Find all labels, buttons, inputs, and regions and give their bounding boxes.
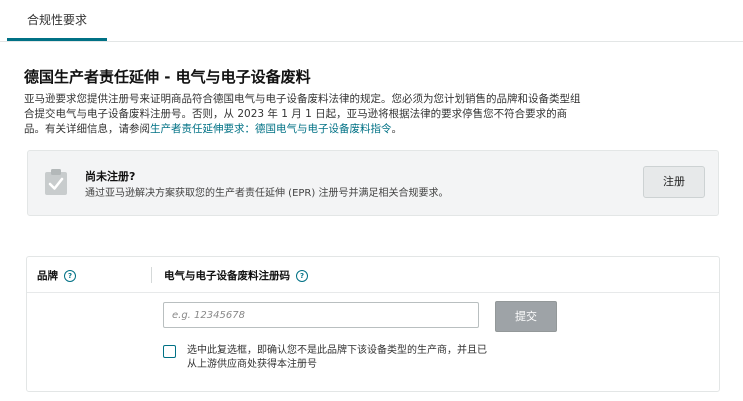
intro-end: 。	[391, 123, 403, 135]
tab-compliance-requirements[interactable]: 合规性要求	[7, 0, 107, 41]
brand-help-icon[interactable]: ?	[64, 270, 76, 282]
registration-notice: 尚未注册? 通过亚马逊解决方案获取您的生产者责任延伸 (EPR) 注册号并满足相…	[27, 150, 719, 216]
epr-requirements-link[interactable]: 生产者责任延伸要求：德国电气与电子设备废料指令	[150, 123, 392, 135]
tab-bar: 合规性要求	[0, 0, 743, 42]
column-divider	[151, 267, 152, 283]
clipboard-check-icon	[45, 169, 67, 195]
epr-registration-number-input[interactable]	[163, 302, 479, 328]
notice-description: 通过亚马逊解决方案获取您的生产者责任延伸 (EPR) 注册号并满足相关合规要求。	[85, 188, 449, 199]
brand-column-header: 品牌?	[37, 268, 76, 283]
page-title: 德国生产者责任延伸 - 电气与电子设备废料	[24, 68, 311, 86]
epr-header-label: 电气与电子设备废料注册码	[164, 270, 290, 282]
upstream-supplier-checkbox[interactable]	[163, 345, 176, 358]
form-header: 品牌? 电气与电子设备废料注册码?	[27, 257, 719, 293]
epr-column-header: 电气与电子设备废料注册码?	[164, 268, 308, 283]
submit-button[interactable]: 提交	[495, 301, 557, 332]
checkbox-label: 选中此复选框，即确认您不是此品牌下该设备类型的生产商，并且已从上游供应商处获得本…	[187, 345, 487, 370]
brand-header-label: 品牌	[37, 270, 58, 282]
notice-title: 尚未注册?	[85, 170, 136, 183]
register-button[interactable]: 注册	[643, 166, 705, 198]
epr-help-icon[interactable]: ?	[296, 270, 308, 282]
epr-registration-form: 品牌? 电气与电子设备废料注册码? 提交 选中此复选框，即确认您不是此品牌下该设…	[26, 256, 720, 392]
intro-paragraph: 亚马逊要求您提供注册号来证明商品符合德国电气与电子设备废料法律的规定。您必须为您…	[24, 92, 584, 137]
